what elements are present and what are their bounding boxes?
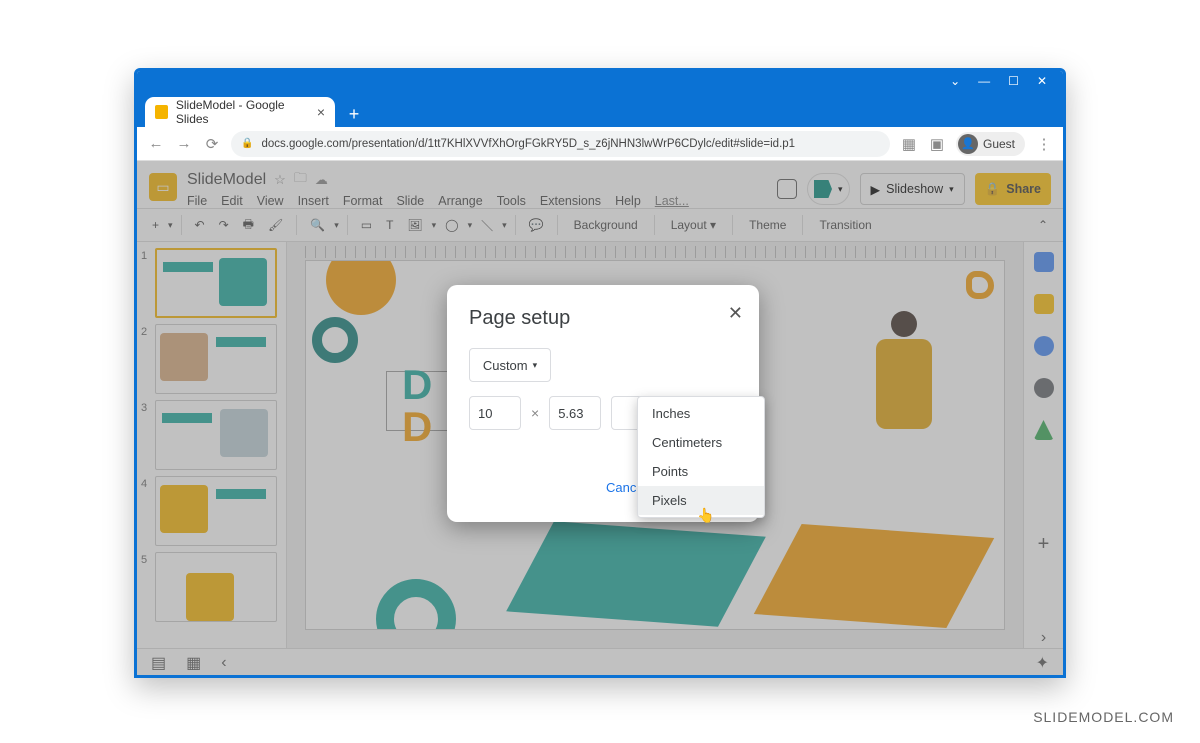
translate-icon[interactable]: ▦ bbox=[900, 135, 918, 153]
window-dropdown-icon[interactable]: ⌄ bbox=[950, 74, 960, 88]
window-maximize-icon[interactable]: ☐ bbox=[1008, 74, 1019, 88]
forward-icon[interactable]: → bbox=[175, 135, 193, 152]
size-mode-dropdown[interactable]: Custom▾ bbox=[469, 348, 551, 382]
browser-tab[interactable]: SlideModel - Google Slides × bbox=[145, 97, 335, 127]
unit-option-centimeters[interactable]: Centimeters bbox=[638, 428, 764, 457]
tab-title: SlideModel - Google Slides bbox=[176, 98, 309, 126]
tab-close-icon[interactable]: × bbox=[317, 104, 325, 120]
browser-window: ⌄ — ☐ ✕ SlideModel - Google Slides × + ←… bbox=[134, 68, 1066, 678]
unit-menu: Inches Centimeters Points Pixels bbox=[637, 396, 765, 518]
lock-icon: 🔒 bbox=[241, 138, 253, 149]
cursor-icon: 👆 bbox=[697, 507, 714, 524]
height-input[interactable] bbox=[549, 396, 601, 430]
reload-icon[interactable]: ⟳ bbox=[203, 135, 221, 153]
dialog-close-icon[interactable]: ✕ bbox=[728, 303, 743, 324]
extension-icon[interactable]: ▣ bbox=[928, 135, 946, 153]
window-titlebar: ⌄ — ☐ ✕ bbox=[137, 71, 1063, 91]
unit-option-inches[interactable]: Inches bbox=[638, 399, 764, 428]
dialog-title: Page setup bbox=[469, 307, 737, 330]
dimension-multiply-icon: × bbox=[531, 405, 539, 421]
profile-label: Guest bbox=[983, 137, 1015, 151]
window-close-icon[interactable]: ✕ bbox=[1037, 74, 1047, 88]
width-input[interactable] bbox=[469, 396, 521, 430]
slides-favicon-icon bbox=[155, 105, 168, 119]
address-bar: ← → ⟳ 🔒 docs.google.com/presentation/d/1… bbox=[137, 127, 1063, 161]
url-text: docs.google.com/presentation/d/1tt7KHlXV… bbox=[261, 138, 795, 150]
new-tab-button[interactable]: + bbox=[341, 101, 367, 127]
tab-strip: SlideModel - Google Slides × + bbox=[137, 91, 1063, 127]
unit-option-points[interactable]: Points bbox=[638, 457, 764, 486]
window-minimize-icon[interactable]: — bbox=[978, 74, 990, 88]
back-icon[interactable]: ← bbox=[147, 135, 165, 152]
url-field[interactable]: 🔒 docs.google.com/presentation/d/1tt7KHl… bbox=[231, 131, 890, 157]
watermark: SLIDEMODEL.COM bbox=[1033, 709, 1174, 725]
kebab-menu-icon[interactable]: ⋮ bbox=[1035, 135, 1053, 153]
avatar-icon: 👤 bbox=[958, 134, 978, 154]
profile-chip[interactable]: 👤 Guest bbox=[956, 132, 1025, 156]
